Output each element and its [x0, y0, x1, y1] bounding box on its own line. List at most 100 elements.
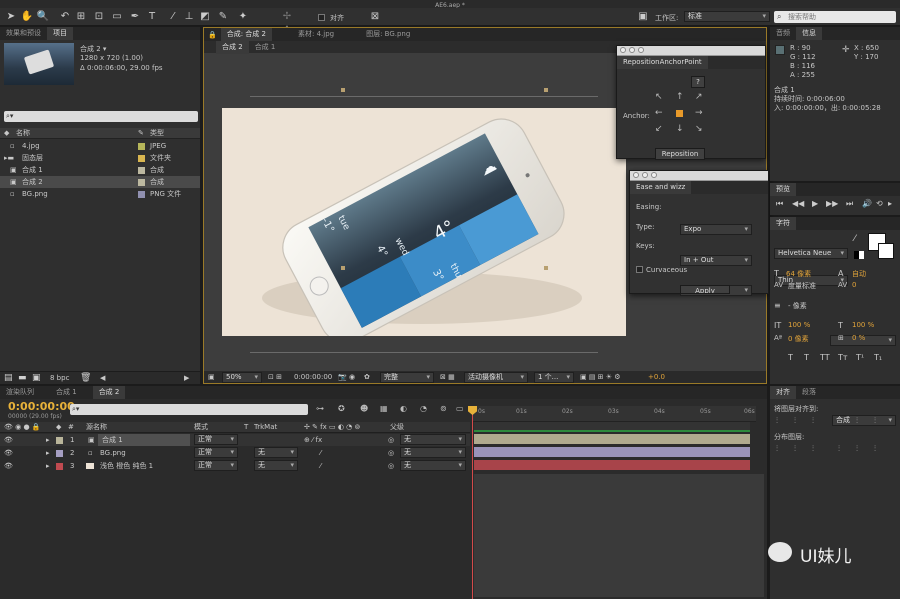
- layer-row[interactable]: 👁 ▸ 1 ▣ 合成 1 正常 ⊕ ⁄ fx ◎ 无: [0, 434, 470, 446]
- scroll-right-icon[interactable]: ▶: [184, 372, 189, 385]
- trash-icon[interactable]: 🗑: [80, 372, 91, 384]
- frame-blend-icon[interactable]: ▦: [380, 404, 388, 413]
- puppet-tool-icon[interactable]: ✦: [236, 10, 250, 24]
- leading-value[interactable]: 自动: [852, 269, 866, 279]
- pan-behind-tool-icon[interactable]: ⊡: [92, 10, 106, 24]
- arrow-top-left-icon[interactable]: ↖: [655, 92, 663, 102]
- layer-bar-3[interactable]: [474, 460, 750, 470]
- tab-align[interactable]: 对齐: [770, 386, 796, 399]
- vertical-scale-value[interactable]: 100 %: [788, 321, 810, 329]
- arrow-bottom-icon[interactable]: ↓: [676, 124, 684, 134]
- align-left-icon[interactable]: ⫶: [776, 416, 778, 426]
- distribute-right-icon[interactable]: ⫶: [874, 444, 876, 454]
- scroll-left-icon[interactable]: ◀: [100, 372, 105, 385]
- first-frame-icon[interactable]: ⏮: [776, 199, 783, 209]
- arrow-bottom-left-icon[interactable]: ↙: [655, 124, 663, 134]
- zoom-tool-icon[interactable]: 🔍: [36, 10, 50, 24]
- current-timecode[interactable]: 0:00:00:00: [8, 400, 75, 413]
- expand-arrow-icon[interactable]: ▸: [46, 447, 50, 459]
- graph-editor-icon[interactable]: ◔: [420, 404, 427, 413]
- kerning-value[interactable]: 度量标准: [788, 281, 816, 291]
- close-icon[interactable]: [620, 47, 626, 53]
- col-parent[interactable]: 父级: [390, 422, 404, 433]
- layer-mode-select[interactable]: 正常: [194, 447, 238, 458]
- project-search-input[interactable]: ⌕▾: [4, 111, 198, 122]
- shy-icon[interactable]: ☻: [360, 404, 368, 413]
- exposure-value[interactable]: +0.0: [648, 371, 665, 383]
- next-frame-icon[interactable]: ▶▶: [826, 199, 838, 208]
- tsume-value[interactable]: 0 %: [852, 334, 865, 342]
- comp-mini-flowchart-icon[interactable]: ⊶: [316, 404, 324, 413]
- subtab-comp2[interactable]: 合成 2: [216, 40, 249, 54]
- list-item[interactable]: ▫ BG.png PNG 文件: [0, 188, 200, 200]
- layer-parent-select[interactable]: 无: [400, 434, 466, 445]
- camera-select[interactable]: 活动摄像机: [464, 372, 528, 383]
- curvaceous-checkbox[interactable]: [636, 266, 643, 273]
- small-caps-icon[interactable]: Tт: [838, 353, 848, 362]
- subscript-icon[interactable]: T₁: [874, 353, 882, 362]
- rotate-tool-icon[interactable]: ↶: [58, 10, 72, 24]
- list-item[interactable]: ▫ 4.jpg JPEG: [0, 140, 200, 152]
- layer-trkmat-select[interactable]: 无: [254, 460, 298, 471]
- viewer-timecode[interactable]: 0:00:00:00: [294, 371, 332, 383]
- distribute-vcenter-icon[interactable]: ⫶: [794, 444, 796, 454]
- layer-bar-1[interactable]: [474, 434, 750, 444]
- tab-preview[interactable]: 预览: [770, 183, 796, 196]
- ram-preview-icon[interactable]: ▸: [888, 199, 892, 208]
- pickwhip-icon[interactable]: ◎: [388, 434, 394, 446]
- layer-label-swatch[interactable]: [56, 437, 63, 444]
- arrow-top-right-icon[interactable]: ↗: [695, 92, 703, 102]
- stroke-color-swatch[interactable]: [878, 243, 894, 259]
- anchor-grid[interactable]: ↖ ↑ ↗ ← → ↙ ↓ ↘: [655, 92, 705, 138]
- grid-icon[interactable]: ⊡ ⊞: [268, 371, 282, 383]
- pen-tool-icon[interactable]: ✒: [128, 10, 142, 24]
- workspace-select[interactable]: 标准: [684, 11, 770, 22]
- layer-name[interactable]: BG.png: [100, 447, 126, 459]
- align-right-icon[interactable]: ⫶: [812, 416, 814, 426]
- snap-options-icon[interactable]: ⊠: [368, 10, 382, 24]
- tab-composition[interactable]: 合成: 合成 2: [220, 28, 272, 41]
- reposition-button[interactable]: Reposition: [655, 148, 705, 160]
- font-size-value[interactable]: 64 像素: [786, 269, 811, 279]
- layer-handle[interactable]: [544, 88, 548, 92]
- eye-icon[interactable]: 👁: [4, 434, 13, 446]
- layer-switch-icons[interactable]: ⊕ ⁄ fx: [304, 434, 322, 446]
- distribute-left-icon[interactable]: ⫶: [838, 444, 840, 454]
- workspace-toggle-icon[interactable]: ▣: [636, 10, 650, 24]
- arrow-bottom-right-icon[interactable]: ↘: [695, 124, 703, 134]
- help-button[interactable]: ?: [691, 76, 705, 88]
- resolution-select[interactable]: 完整: [380, 372, 434, 383]
- superscript-icon[interactable]: T¹: [856, 353, 864, 362]
- subtab-comp1[interactable]: 合成 1: [249, 41, 282, 54]
- tab-footage[interactable]: 素材: 4.jpg: [292, 28, 340, 41]
- zoom-icon[interactable]: [651, 172, 657, 178]
- pickwhip-icon[interactable]: ◎: [388, 447, 394, 459]
- type-select[interactable]: In + Out: [680, 255, 752, 266]
- tab-layer[interactable]: 图层: BG.png: [360, 28, 416, 41]
- work-area-bar[interactable]: [474, 422, 750, 432]
- layer-switch-icons[interactable]: ⁄: [320, 447, 321, 459]
- horizontal-scale-value[interactable]: 100 %: [852, 321, 874, 329]
- pickwhip-icon[interactable]: ◎: [388, 460, 394, 472]
- col-name[interactable]: 名称: [16, 128, 30, 139]
- close-icon[interactable]: [633, 172, 639, 178]
- layer-bar-2[interactable]: [474, 447, 750, 457]
- roto-brush-tool-icon[interactable]: ✎: [216, 10, 230, 24]
- list-item[interactable]: ▣ 合成 1 合成: [0, 164, 200, 176]
- loop-icon[interactable]: ⟲: [876, 199, 883, 208]
- tab-audio[interactable]: 音频: [770, 27, 796, 40]
- arrow-right-icon[interactable]: →: [695, 108, 703, 118]
- tracking-value[interactable]: 0: [852, 281, 856, 289]
- snap-checkbox[interactable]: [318, 14, 325, 21]
- layer-row[interactable]: 👁 ▸ 2 ▫ BG.png 正常 无 ⁄ ◎ 无: [0, 447, 470, 459]
- comp-canvas[interactable]: tue -1° wed 4° thu 3° 4° ☁: [222, 108, 626, 336]
- lock-icon[interactable]: 🔒: [204, 31, 221, 39]
- col-track-matte[interactable]: TrkMat: [254, 422, 277, 433]
- align-bottom-icon[interactable]: ⫶: [874, 416, 876, 426]
- easing-select[interactable]: Expo: [680, 224, 752, 235]
- tab-project[interactable]: 项目: [47, 27, 73, 40]
- distribute-top-icon[interactable]: ⫶: [776, 444, 778, 454]
- roi-icon[interactable]: ⊠ ▦: [440, 371, 455, 383]
- interpret-footage-icon[interactable]: ▤: [4, 372, 13, 384]
- list-item[interactable]: ▸▬ 固态层 文件夹: [0, 152, 200, 164]
